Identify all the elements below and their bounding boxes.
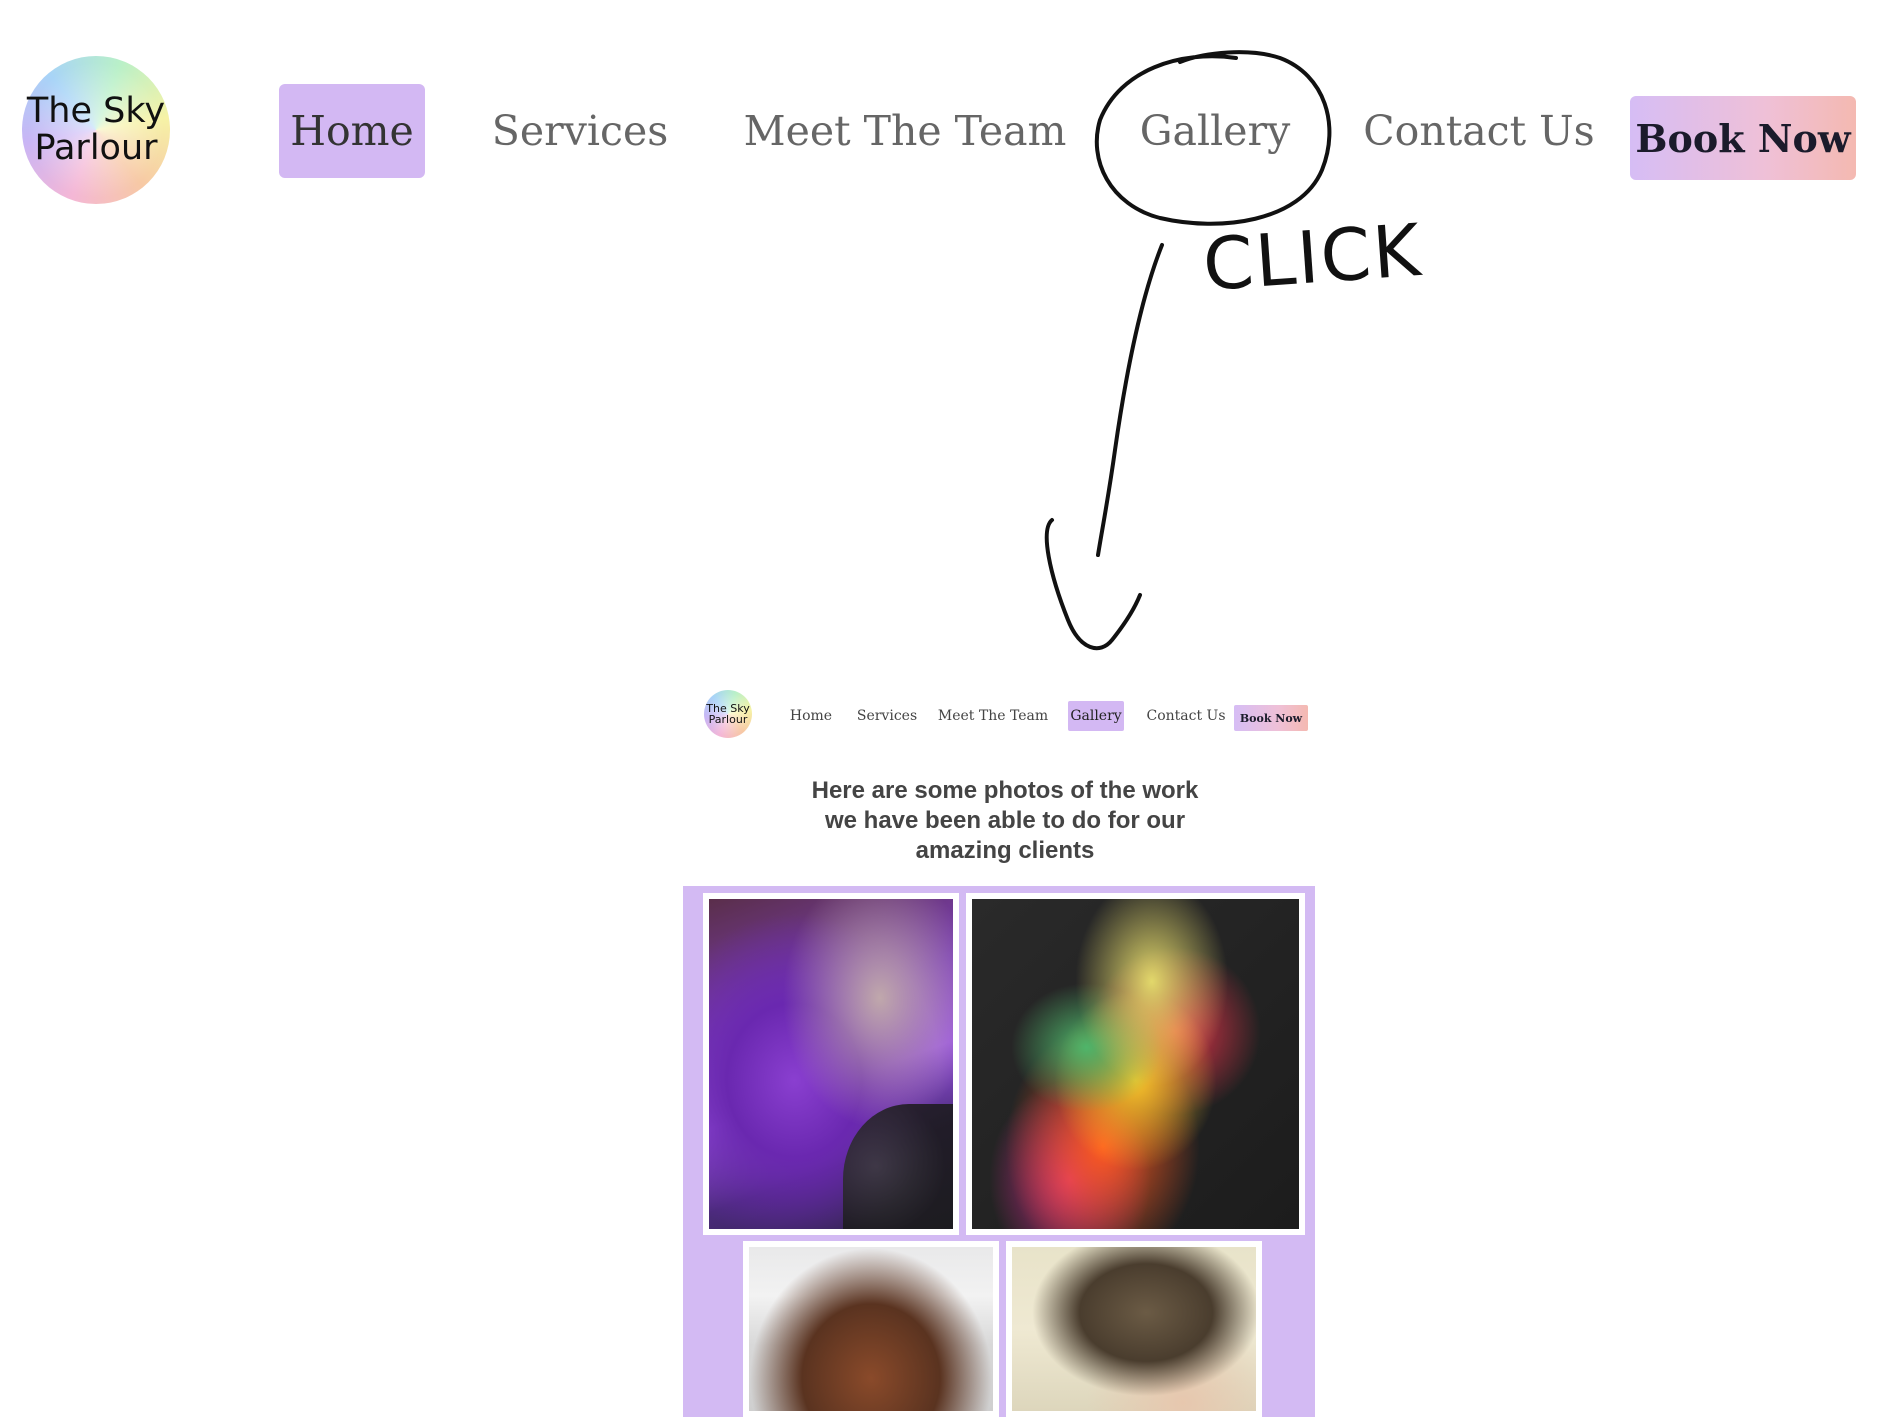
logo-line1: The Sky — [26, 91, 166, 132]
gallery-heading: Here are some photos of the work we have… — [770, 776, 1240, 866]
annotation-arrow-head — [1044, 518, 1142, 651]
preview-logo-line2: Parlour — [708, 713, 748, 726]
annotation-arrow-shaft — [1096, 243, 1164, 557]
photo-curly-hair — [1012, 1247, 1256, 1411]
preview-nav-services[interactable]: Services — [856, 701, 918, 731]
nav-meet-the-team[interactable]: Meet The Team — [744, 84, 1067, 178]
gallery-photo-copper-balayage[interactable] — [743, 1241, 999, 1417]
gallery-photo-rainbow-hair[interactable] — [966, 893, 1305, 1235]
nav-contact-us[interactable]: Contact Us — [1363, 84, 1594, 178]
gallery-photo-purple-waves[interactable] — [703, 893, 959, 1235]
gallery-heading-line3: amazing clients — [915, 837, 1095, 864]
photo-copper-hair — [749, 1247, 993, 1411]
photo-rainbow-hair — [972, 899, 1299, 1229]
annotation-text: CLICK — [1200, 208, 1424, 307]
gallery-heading-line1: Here are some photos of the work — [811, 777, 1199, 804]
gallery-photo-curly-cut[interactable] — [1006, 1241, 1262, 1417]
photo-purple-hair — [709, 899, 953, 1229]
preview-nav-home[interactable]: Home — [786, 701, 836, 731]
book-now-button[interactable]: Book Now — [1630, 96, 1856, 180]
nav-home[interactable]: Home — [279, 84, 425, 178]
logo-large[interactable]: The Sky Parlour — [22, 56, 170, 204]
preview-nav-gallery[interactable]: Gallery — [1068, 701, 1124, 731]
preview-logo[interactable]: The Sky Parlour — [704, 690, 752, 738]
logo-line2: Parlour — [34, 128, 158, 168]
preview-nav-contact-us[interactable]: Contact Us — [1146, 701, 1226, 731]
nav-gallery[interactable]: Gallery — [1140, 84, 1290, 178]
preview-book-now-button[interactable]: Book Now — [1234, 705, 1308, 731]
gallery-heading-line2: we have been able to do for our — [824, 807, 1186, 834]
preview-nav-meet-the-team[interactable]: Meet The Team — [938, 701, 1048, 731]
nav-services[interactable]: Services — [490, 84, 670, 178]
